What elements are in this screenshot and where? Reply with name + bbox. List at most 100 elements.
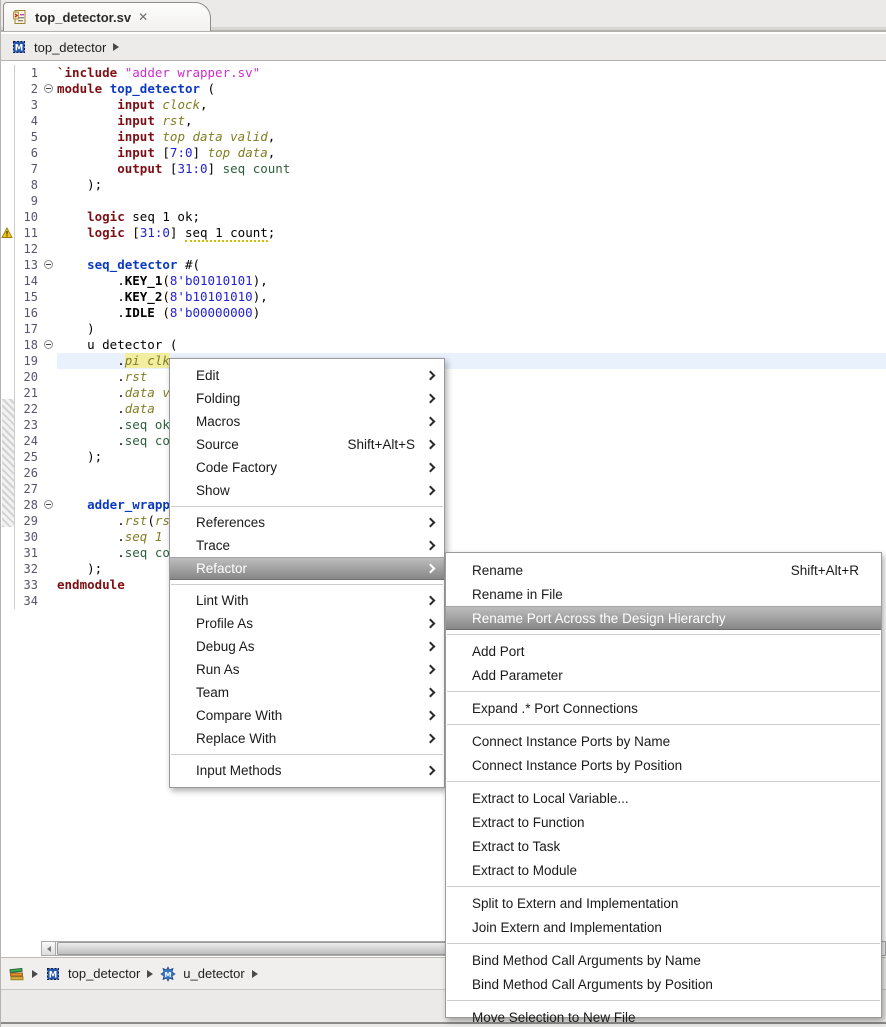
code-line[interactable]: 13 seq_detector #( [1, 257, 886, 273]
menu-item-label: Code Factory [196, 460, 277, 475]
code-text: .KEY_2(8'b10101010), [57, 289, 886, 305]
code-line[interactable]: 14 .KEY_1(8'b01010101), [1, 273, 886, 289]
code-line[interactable]: 17 ) [1, 321, 886, 337]
menu-item-connect-instance-ports-by-name[interactable]: Connect Instance Ports by Name [446, 729, 881, 753]
menu-item-rename-port-across-the-design-hierarchy[interactable]: Rename Port Across the Design Hierarchy [446, 606, 881, 630]
code-line[interactable]: 1`include "adder wrapper.sv" [1, 65, 886, 81]
menu-item-bind-method-call-arguments-by-position[interactable]: Bind Method Call Arguments by Position [446, 972, 881, 996]
editor-tab[interactable]: top_detector.sv ✕ [3, 2, 211, 31]
breadcrumb-module-label[interactable]: top_detector [34, 40, 106, 55]
menu-item-extract-to-function[interactable]: Extract to Function [446, 810, 881, 834]
code-line[interactable]: 2module top_detector ( [1, 81, 886, 97]
fold-collapse-icon[interactable] [44, 340, 53, 349]
code-line[interactable]: 9 [1, 193, 886, 209]
menu-separator [447, 1000, 880, 1001]
close-icon[interactable]: ✕ [138, 11, 148, 23]
design-library-icon[interactable] [9, 966, 25, 982]
menu-item-move-selection-to-new-file[interactable]: Move Selection to New File [446, 1005, 881, 1027]
ide-window: top_detector.sv ✕ M top_detector 1`inclu… [0, 0, 886, 1027]
fold-collapse-icon[interactable] [44, 84, 53, 93]
menu-separator [447, 691, 880, 692]
menu-item-add-port[interactable]: Add Port [446, 639, 881, 663]
menu-item-references[interactable]: References [170, 511, 444, 534]
breadcrumb-arrow-icon[interactable] [252, 970, 258, 978]
menu-item-profile-as[interactable]: Profile As [170, 612, 444, 635]
annotation-column [1, 241, 15, 257]
menu-item-rename-in-file[interactable]: Rename in File [446, 582, 881, 606]
menu-item-macros[interactable]: Macros [170, 410, 444, 433]
breadcrumb-arrow-icon[interactable] [147, 970, 153, 978]
code-text: ) [57, 321, 886, 337]
line-number: 34 [15, 593, 43, 609]
menu-item-label: Bind Method Call Arguments by Name [472, 953, 701, 968]
menu-item-rename[interactable]: RenameShift+Alt+R [446, 558, 881, 582]
menu-item-add-parameter[interactable]: Add Parameter [446, 663, 881, 687]
fold-column [43, 577, 57, 593]
menu-item-edit[interactable]: Edit [170, 364, 444, 387]
menu-item-replace-with[interactable]: Replace With [170, 727, 444, 750]
menu-item-source[interactable]: SourceShift+Alt+S [170, 433, 444, 456]
fold-column [43, 593, 57, 609]
fold-column [43, 497, 57, 513]
line-number: 15 [15, 289, 43, 305]
line-number: 21 [15, 385, 43, 401]
menu-item-trace[interactable]: Trace [170, 534, 444, 557]
menu-item-join-extern-and-implementation[interactable]: Join Extern and Implementation [446, 915, 881, 939]
code-line[interactable]: 16 .IDLE (8'b00000000) [1, 305, 886, 321]
menu-item-run-as[interactable]: Run As [170, 658, 444, 681]
line-number: 25 [15, 449, 43, 465]
line-number: 4 [15, 113, 43, 129]
breadcrumb-expand-icon[interactable] [113, 43, 119, 51]
menu-item-shortcut: Shift+Alt+S [347, 437, 415, 452]
code-line[interactable]: 10 logic seq 1 ok; [1, 209, 886, 225]
menu-separator [447, 724, 880, 725]
menu-item-input-methods[interactable]: Input Methods [170, 759, 444, 782]
code-text: .IDLE (8'b00000000) [57, 305, 886, 321]
menu-item-extract-to-module[interactable]: Extract to Module [446, 858, 881, 882]
code-line[interactable]: 7 output [31:0] seq count [1, 161, 886, 177]
line-number: 28 [15, 497, 43, 513]
fold-column [43, 65, 57, 81]
line-number: 6 [15, 145, 43, 161]
menu-item-extract-to-local-variable[interactable]: Extract to Local Variable... [446, 786, 881, 810]
fold-column [43, 481, 57, 497]
menu-item-lint-with[interactable]: Lint With [170, 589, 444, 612]
code-line[interactable]: 15 .KEY_2(8'b10101010), [1, 289, 886, 305]
scroll-left-button[interactable] [42, 942, 56, 955]
fold-collapse-icon[interactable] [44, 260, 53, 269]
menu-item-team[interactable]: Team [170, 681, 444, 704]
annotation-column [1, 65, 15, 81]
code-line[interactable]: 8 ); [1, 177, 886, 193]
menu-item-show[interactable]: Show [170, 479, 444, 502]
fold-collapse-icon[interactable] [44, 500, 53, 509]
menu-item-extract-to-task[interactable]: Extract to Task [446, 834, 881, 858]
menu-item-refactor[interactable]: Refactor [170, 557, 444, 580]
menu-item-compare-with[interactable]: Compare With [170, 704, 444, 727]
breadcrumb-arrow-icon[interactable] [32, 970, 38, 978]
code-line[interactable]: 5 input top data valid, [1, 129, 886, 145]
fold-column [43, 289, 57, 305]
code-line[interactable]: 6 input [7:0] top data, [1, 145, 886, 161]
annotation-column [1, 321, 15, 337]
submenu-chevron-icon [426, 564, 436, 574]
menu-item-code-factory[interactable]: Code Factory [170, 456, 444, 479]
code-line[interactable]: 11 logic [31:0] seq 1 count; [1, 225, 886, 241]
annotation-column [1, 225, 15, 241]
menu-item-folding[interactable]: Folding [170, 387, 444, 410]
menu-item-expand-port-connections[interactable]: Expand .* Port Connections [446, 696, 881, 720]
svg-text:M: M [165, 970, 172, 978]
menu-item-debug-as[interactable]: Debug As [170, 635, 444, 658]
menu-item-split-to-extern-and-implementation[interactable]: Split to Extern and Implementation [446, 891, 881, 915]
annotation-column [1, 353, 15, 369]
menu-item-connect-instance-ports-by-position[interactable]: Connect Instance Ports by Position [446, 753, 881, 777]
breadcrumb-top-detector[interactable]: top_detector [68, 966, 140, 981]
submenu-chevron-icon [426, 688, 436, 698]
menu-item-label: Connect Instance Ports by Name [472, 734, 670, 749]
line-number: 5 [15, 129, 43, 145]
code-line[interactable]: 4 input rst, [1, 113, 886, 129]
code-line[interactable]: 12 [1, 241, 886, 257]
breadcrumb-u-detector[interactable]: u_detector [183, 966, 244, 981]
code-line[interactable]: 3 input clock, [1, 97, 886, 113]
menu-item-bind-method-call-arguments-by-name[interactable]: Bind Method Call Arguments by Name [446, 948, 881, 972]
code-line[interactable]: 18 u detector ( [1, 337, 886, 353]
